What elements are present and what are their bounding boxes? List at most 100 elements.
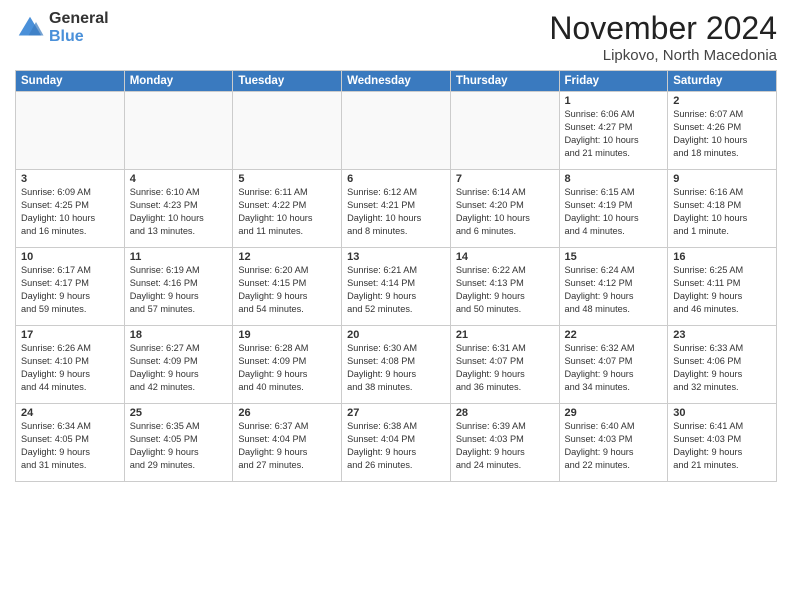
table-row: 24Sunrise: 6:34 AM Sunset: 4:05 PM Dayli…	[16, 404, 125, 482]
day-info: Sunrise: 6:14 AM Sunset: 4:20 PM Dayligh…	[456, 186, 554, 238]
calendar-table: Sunday Monday Tuesday Wednesday Thursday…	[15, 70, 777, 482]
header-wednesday: Wednesday	[342, 71, 451, 92]
day-number: 30	[673, 407, 771, 419]
table-row	[233, 92, 342, 170]
table-row: 23Sunrise: 6:33 AM Sunset: 4:06 PM Dayli…	[668, 326, 777, 404]
day-info: Sunrise: 6:31 AM Sunset: 4:07 PM Dayligh…	[456, 342, 554, 394]
table-row: 11Sunrise: 6:19 AM Sunset: 4:16 PM Dayli…	[124, 248, 233, 326]
day-info: Sunrise: 6:30 AM Sunset: 4:08 PM Dayligh…	[347, 342, 445, 394]
table-row: 9Sunrise: 6:16 AM Sunset: 4:18 PM Daylig…	[668, 170, 777, 248]
day-info: Sunrise: 6:10 AM Sunset: 4:23 PM Dayligh…	[130, 186, 228, 238]
day-number: 4	[130, 173, 228, 185]
header-sunday: Sunday	[16, 71, 125, 92]
header-thursday: Thursday	[450, 71, 559, 92]
day-info: Sunrise: 6:16 AM Sunset: 4:18 PM Dayligh…	[673, 186, 771, 238]
day-number: 11	[130, 251, 228, 263]
day-number: 27	[347, 407, 445, 419]
title-block: November 2024 Lipkovo, North Macedonia	[549, 10, 777, 64]
table-row: 30Sunrise: 6:41 AM Sunset: 4:03 PM Dayli…	[668, 404, 777, 482]
day-number: 24	[21, 407, 119, 419]
day-info: Sunrise: 6:22 AM Sunset: 4:13 PM Dayligh…	[456, 264, 554, 316]
table-row: 10Sunrise: 6:17 AM Sunset: 4:17 PM Dayli…	[16, 248, 125, 326]
logo-general-text: General	[49, 10, 109, 28]
logo-text: General Blue	[49, 10, 109, 45]
month-title: November 2024	[549, 10, 777, 47]
calendar-week-row: 17Sunrise: 6:26 AM Sunset: 4:10 PM Dayli…	[16, 326, 777, 404]
day-info: Sunrise: 6:06 AM Sunset: 4:27 PM Dayligh…	[565, 108, 663, 160]
table-row	[16, 92, 125, 170]
day-info: Sunrise: 6:27 AM Sunset: 4:09 PM Dayligh…	[130, 342, 228, 394]
day-number: 23	[673, 329, 771, 341]
day-number: 28	[456, 407, 554, 419]
day-info: Sunrise: 6:11 AM Sunset: 4:22 PM Dayligh…	[238, 186, 336, 238]
day-number: 21	[456, 329, 554, 341]
location-subtitle: Lipkovo, North Macedonia	[549, 47, 777, 64]
day-number: 2	[673, 95, 771, 107]
day-number: 14	[456, 251, 554, 263]
day-info: Sunrise: 6:12 AM Sunset: 4:21 PM Dayligh…	[347, 186, 445, 238]
table-row: 18Sunrise: 6:27 AM Sunset: 4:09 PM Dayli…	[124, 326, 233, 404]
table-row: 13Sunrise: 6:21 AM Sunset: 4:14 PM Dayli…	[342, 248, 451, 326]
table-row: 2Sunrise: 6:07 AM Sunset: 4:26 PM Daylig…	[668, 92, 777, 170]
day-number: 17	[21, 329, 119, 341]
day-number: 7	[456, 173, 554, 185]
table-row: 7Sunrise: 6:14 AM Sunset: 4:20 PM Daylig…	[450, 170, 559, 248]
table-row: 1Sunrise: 6:06 AM Sunset: 4:27 PM Daylig…	[559, 92, 668, 170]
table-row: 20Sunrise: 6:30 AM Sunset: 4:08 PM Dayli…	[342, 326, 451, 404]
header-saturday: Saturday	[668, 71, 777, 92]
day-info: Sunrise: 6:39 AM Sunset: 4:03 PM Dayligh…	[456, 420, 554, 472]
day-number: 16	[673, 251, 771, 263]
day-info: Sunrise: 6:38 AM Sunset: 4:04 PM Dayligh…	[347, 420, 445, 472]
day-info: Sunrise: 6:15 AM Sunset: 4:19 PM Dayligh…	[565, 186, 663, 238]
day-info: Sunrise: 6:21 AM Sunset: 4:14 PM Dayligh…	[347, 264, 445, 316]
table-row: 29Sunrise: 6:40 AM Sunset: 4:03 PM Dayli…	[559, 404, 668, 482]
day-number: 12	[238, 251, 336, 263]
day-info: Sunrise: 6:09 AM Sunset: 4:25 PM Dayligh…	[21, 186, 119, 238]
table-row: 28Sunrise: 6:39 AM Sunset: 4:03 PM Dayli…	[450, 404, 559, 482]
day-number: 15	[565, 251, 663, 263]
day-number: 1	[565, 95, 663, 107]
day-number: 10	[21, 251, 119, 263]
day-info: Sunrise: 6:07 AM Sunset: 4:26 PM Dayligh…	[673, 108, 771, 160]
day-info: Sunrise: 6:41 AM Sunset: 4:03 PM Dayligh…	[673, 420, 771, 472]
table-row: 12Sunrise: 6:20 AM Sunset: 4:15 PM Dayli…	[233, 248, 342, 326]
header-tuesday: Tuesday	[233, 71, 342, 92]
table-row: 4Sunrise: 6:10 AM Sunset: 4:23 PM Daylig…	[124, 170, 233, 248]
day-number: 5	[238, 173, 336, 185]
table-row: 3Sunrise: 6:09 AM Sunset: 4:25 PM Daylig…	[16, 170, 125, 248]
day-info: Sunrise: 6:35 AM Sunset: 4:05 PM Dayligh…	[130, 420, 228, 472]
table-row: 8Sunrise: 6:15 AM Sunset: 4:19 PM Daylig…	[559, 170, 668, 248]
day-info: Sunrise: 6:19 AM Sunset: 4:16 PM Dayligh…	[130, 264, 228, 316]
page: General Blue November 2024 Lipkovo, Nort…	[0, 0, 792, 612]
table-row	[342, 92, 451, 170]
day-info: Sunrise: 6:34 AM Sunset: 4:05 PM Dayligh…	[21, 420, 119, 472]
header: General Blue November 2024 Lipkovo, Nort…	[15, 10, 777, 64]
day-number: 26	[238, 407, 336, 419]
day-number: 9	[673, 173, 771, 185]
table-row: 22Sunrise: 6:32 AM Sunset: 4:07 PM Dayli…	[559, 326, 668, 404]
table-row: 16Sunrise: 6:25 AM Sunset: 4:11 PM Dayli…	[668, 248, 777, 326]
day-number: 20	[347, 329, 445, 341]
day-info: Sunrise: 6:33 AM Sunset: 4:06 PM Dayligh…	[673, 342, 771, 394]
day-number: 18	[130, 329, 228, 341]
calendar-header-row: Sunday Monday Tuesday Wednesday Thursday…	[16, 71, 777, 92]
header-monday: Monday	[124, 71, 233, 92]
day-info: Sunrise: 6:40 AM Sunset: 4:03 PM Dayligh…	[565, 420, 663, 472]
day-info: Sunrise: 6:26 AM Sunset: 4:10 PM Dayligh…	[21, 342, 119, 394]
day-number: 19	[238, 329, 336, 341]
table-row: 6Sunrise: 6:12 AM Sunset: 4:21 PM Daylig…	[342, 170, 451, 248]
table-row: 15Sunrise: 6:24 AM Sunset: 4:12 PM Dayli…	[559, 248, 668, 326]
day-info: Sunrise: 6:32 AM Sunset: 4:07 PM Dayligh…	[565, 342, 663, 394]
calendar-week-row: 24Sunrise: 6:34 AM Sunset: 4:05 PM Dayli…	[16, 404, 777, 482]
table-row	[124, 92, 233, 170]
calendar-week-row: 10Sunrise: 6:17 AM Sunset: 4:17 PM Dayli…	[16, 248, 777, 326]
day-number: 29	[565, 407, 663, 419]
logo: General Blue	[15, 10, 109, 45]
table-row	[450, 92, 559, 170]
day-info: Sunrise: 6:37 AM Sunset: 4:04 PM Dayligh…	[238, 420, 336, 472]
table-row: 17Sunrise: 6:26 AM Sunset: 4:10 PM Dayli…	[16, 326, 125, 404]
day-number: 25	[130, 407, 228, 419]
day-number: 22	[565, 329, 663, 341]
day-number: 13	[347, 251, 445, 263]
table-row: 14Sunrise: 6:22 AM Sunset: 4:13 PM Dayli…	[450, 248, 559, 326]
